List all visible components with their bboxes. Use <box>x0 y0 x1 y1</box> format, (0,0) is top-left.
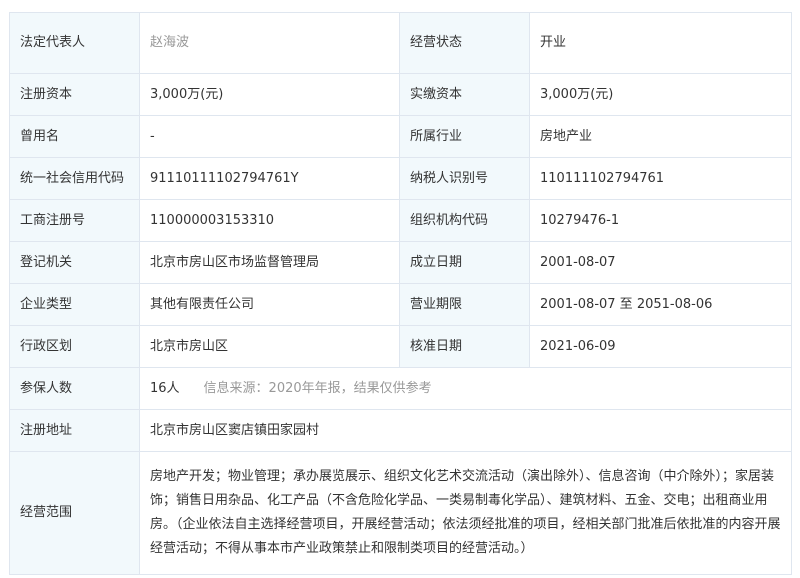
reg-number-value: 110000003153310 <box>139 199 400 242</box>
registered-capital-label: 注册资本 <box>9 73 140 116</box>
table-row: 经营范围 房地产开发；物业管理；承办展览展示、组织文化艺术交流活动（演出除外）、… <box>9 451 792 575</box>
insured-source-note: 信息来源：2020年年报，结果仅供参考 <box>203 380 432 396</box>
business-scope-value: 房地产开发；物业管理；承办展览展示、组织文化艺术交流活动（演出除外）、信息咨询（… <box>139 451 792 575</box>
insured-count-label: 参保人数 <box>9 367 140 410</box>
region-label: 行政区划 <box>9 325 140 368</box>
business-info-table: 法定代表人 赵海波 经营状态 开业 注册资本 3,000万(元) 实缴资本 3,… <box>9 12 792 575</box>
legal-rep-value[interactable]: 赵海波 <box>139 12 400 74</box>
table-row: 统一社会信用代码 91110111102794761Y 纳税人识别号 11011… <box>9 157 792 200</box>
credit-code-value: 91110111102794761Y <box>139 157 400 200</box>
table-row: 注册地址 北京市房山区窦店镇田家园村 <box>9 409 792 452</box>
reg-authority-label: 登记机关 <box>9 241 140 284</box>
business-term-value: 2001-08-07 至 2051-08-06 <box>529 283 792 326</box>
org-code-value: 10279476-1 <box>529 199 792 242</box>
taxpayer-id-label: 纳税人识别号 <box>399 157 530 200</box>
table-row: 参保人数 16人 信息来源：2020年年报，结果仅供参考 <box>9 367 792 410</box>
legal-rep-label: 法定代表人 <box>9 12 140 74</box>
table-row: 登记机关 北京市房山区市场监督管理局 成立日期 2001-08-07 <box>9 241 792 284</box>
status-label: 经营状态 <box>399 12 530 74</box>
table-row: 工商注册号 110000003153310 组织机构代码 10279476-1 <box>9 199 792 242</box>
business-term-label: 营业期限 <box>399 283 530 326</box>
industry-value: 房地产业 <box>529 115 792 158</box>
address-value: 北京市房山区窦店镇田家园村 <box>139 409 792 452</box>
table-row: 注册资本 3,000万(元) 实缴资本 3,000万(元) <box>9 73 792 116</box>
taxpayer-id-value: 110111102794761 <box>529 157 792 200</box>
table-row: 行政区划 北京市房山区 核准日期 2021-06-09 <box>9 325 792 368</box>
org-code-label: 组织机构代码 <box>399 199 530 242</box>
founded-date-value: 2001-08-07 <box>529 241 792 284</box>
industry-label: 所属行业 <box>399 115 530 158</box>
company-type-label: 企业类型 <box>9 283 140 326</box>
former-name-label: 曾用名 <box>9 115 140 158</box>
address-label: 注册地址 <box>9 409 140 452</box>
registered-capital-value: 3,000万(元) <box>139 73 400 116</box>
former-name-value: - <box>139 115 400 158</box>
business-info-panel: 法定代表人 赵海波 经营状态 开业 注册资本 3,000万(元) 实缴资本 3,… <box>9 12 792 575</box>
reg-authority-value: 北京市房山区市场监督管理局 <box>139 241 400 284</box>
table-row: 企业类型 其他有限责任公司 营业期限 2001-08-07 至 2051-08-… <box>9 283 792 326</box>
company-type-value: 其他有限责任公司 <box>139 283 400 326</box>
status-value: 开业 <box>529 12 792 74</box>
table-row: 法定代表人 赵海波 经营状态 开业 <box>9 12 792 74</box>
founded-date-label: 成立日期 <box>399 241 530 284</box>
paid-capital-value: 3,000万(元) <box>529 73 792 116</box>
reg-number-label: 工商注册号 <box>9 199 140 242</box>
insured-count-value: 16人 <box>150 380 180 396</box>
approval-date-label: 核准日期 <box>399 325 530 368</box>
approval-date-value: 2021-06-09 <box>529 325 792 368</box>
business-scope-label: 经营范围 <box>9 451 140 575</box>
credit-code-label: 统一社会信用代码 <box>9 157 140 200</box>
table-row: 曾用名 - 所属行业 房地产业 <box>9 115 792 158</box>
paid-capital-label: 实缴资本 <box>399 73 530 116</box>
insured-count-cell: 16人 信息来源：2020年年报，结果仅供参考 <box>139 367 792 410</box>
region-value: 北京市房山区 <box>139 325 400 368</box>
